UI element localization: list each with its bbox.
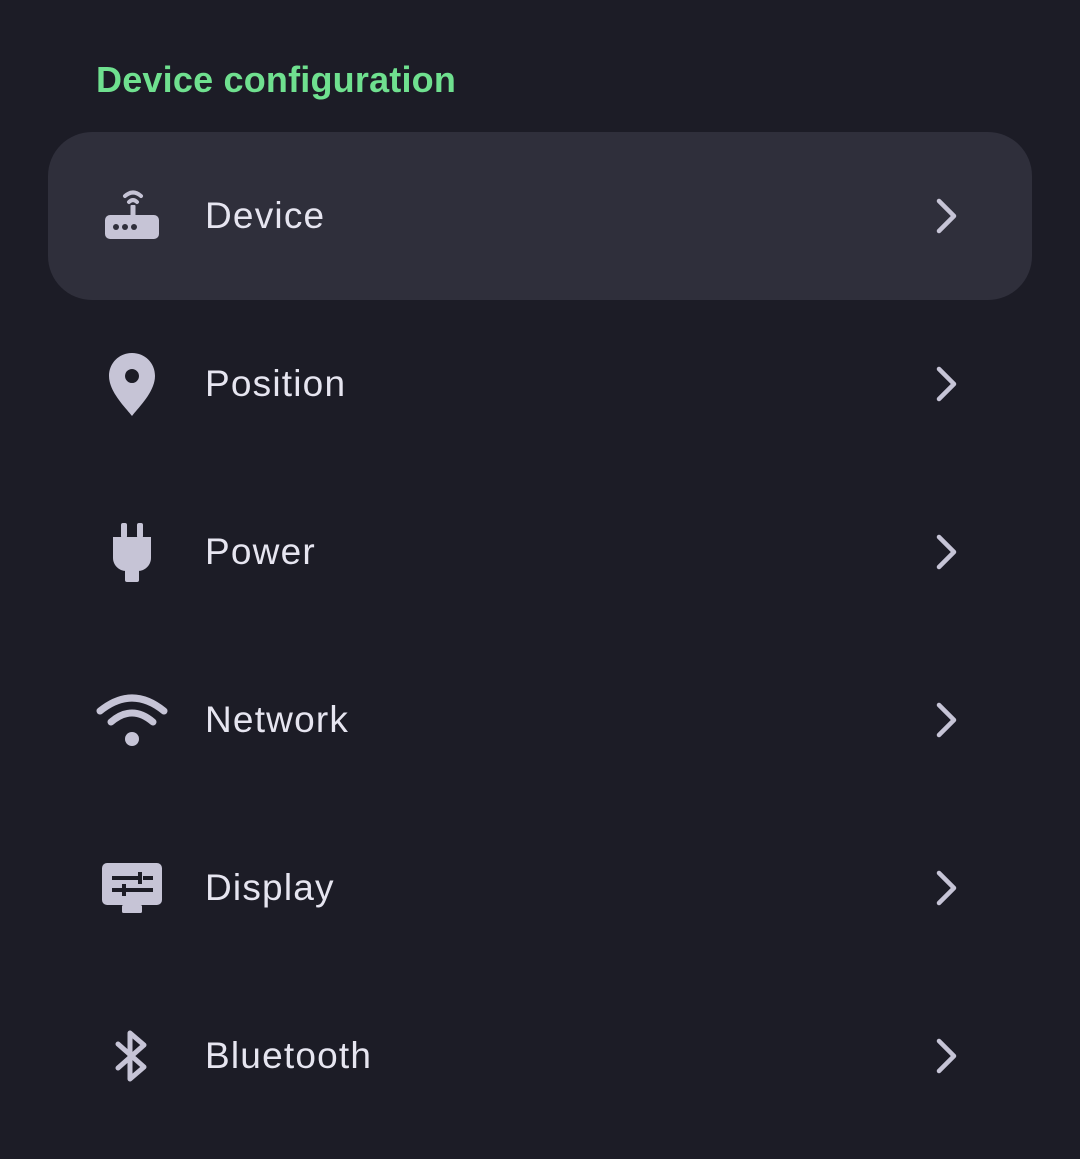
chevron-right-icon — [924, 530, 968, 574]
menu-item-label: Bluetooth — [205, 1035, 373, 1076]
menu-item-label: Device — [205, 195, 326, 236]
menu-item-label: Position — [205, 363, 347, 404]
chevron-right-icon — [924, 866, 968, 910]
menu-item-network[interactable]: Network — [48, 636, 1032, 804]
menu-item-device[interactable]: Device — [48, 132, 1032, 300]
menu-item-label: Network — [205, 699, 350, 740]
section-title: Device configuration — [96, 59, 457, 100]
menu-item-label: Power — [205, 531, 316, 572]
power-plug-icon — [96, 516, 168, 588]
settings-menu: Device Position Power Network Display Bl… — [48, 132, 1032, 1140]
display-settings-icon — [96, 852, 168, 924]
menu-item-power[interactable]: Power — [48, 468, 1032, 636]
chevron-right-icon — [924, 1034, 968, 1078]
menu-item-display[interactable]: Display — [48, 804, 1032, 972]
location-pin-icon — [96, 348, 168, 420]
menu-item-position[interactable]: Position — [48, 300, 1032, 468]
menu-item-label: Display — [205, 867, 335, 908]
wifi-icon — [96, 684, 168, 756]
chevron-right-icon — [924, 698, 968, 742]
router-icon — [96, 180, 168, 252]
bluetooth-icon — [96, 1020, 168, 1092]
menu-item-bluetooth[interactable]: Bluetooth — [48, 972, 1032, 1140]
chevron-right-icon — [924, 194, 968, 238]
chevron-right-icon — [924, 362, 968, 406]
